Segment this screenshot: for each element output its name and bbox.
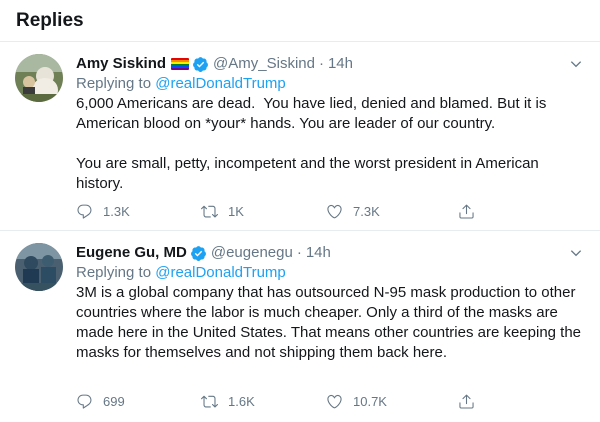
timestamp[interactable]: 14h [328, 54, 353, 74]
retweet-button[interactable]: 1.6K [201, 391, 255, 411]
share-icon [459, 204, 474, 219]
tweet-actions: 1.3K 1K 7.3K [76, 201, 584, 221]
reply-button[interactable]: 699 [76, 391, 125, 411]
verified-badge-icon [193, 56, 208, 72]
share-button[interactable] [458, 201, 485, 221]
avatar[interactable] [15, 243, 63, 291]
like-icon [327, 394, 342, 408]
author-handle[interactable]: @Amy_Siskind [213, 54, 315, 74]
replying-to-link[interactable]: @realDonaldTrump [155, 264, 286, 281]
chevron-down-icon[interactable] [568, 56, 584, 72]
retweet-button[interactable]: 1K [201, 201, 244, 221]
like-button[interactable]: 7.3K [326, 201, 380, 221]
reply-button[interactable]: 1.3K [76, 201, 130, 221]
avatar[interactable] [15, 54, 63, 102]
tweet-header: Amy Siskind @Amy_Siskind · 14h [76, 54, 584, 74]
replying-prefix: Replying to [76, 75, 156, 92]
timestamp[interactable]: 14h [306, 243, 331, 263]
replies-header: Replies [0, 0, 600, 42]
tweet-header: Eugene Gu, MD @eugenegu · 14h [76, 243, 584, 263]
separator: · [318, 55, 324, 72]
retweet-icon [201, 395, 218, 407]
tweet-actions: 699 1.6K 10.7K [76, 391, 584, 411]
like-button[interactable]: 10.7K [326, 391, 387, 411]
like-icon [327, 204, 342, 218]
replying-to: Replying to @realDonaldTrump [76, 74, 584, 94]
page-title: Replies [16, 10, 84, 31]
author-name[interactable]: Eugene Gu, MD [76, 243, 187, 263]
reply-count: 1.3K [103, 203, 130, 219]
like-count: 7.3K [353, 203, 380, 219]
like-count: 10.7K [353, 393, 387, 409]
retweet-count: 1.6K [228, 393, 255, 409]
chevron-down-icon[interactable] [568, 245, 584, 261]
replying-to-link[interactable]: @realDonaldTrump [155, 75, 286, 92]
rainbow-flag-icon [171, 58, 190, 70]
tweet-text: 6,000 Americans are dead. You have lied,… [76, 95, 547, 192]
reply-tweet[interactable]: Amy Siskind @Amy_Siskind · 14h Replying … [0, 42, 600, 231]
replying-to: Replying to @realDonaldTrump [76, 263, 584, 283]
reply-icon [77, 204, 92, 219]
reply-count: 699 [103, 393, 125, 409]
retweet-icon [201, 205, 218, 217]
tweet-text: 3M is a global company that has outsourc… [76, 284, 586, 361]
reply-tweet[interactable]: Eugene Gu, MD @eugenegu · 14h Replying t… [0, 231, 600, 422]
author-handle[interactable]: @eugenegu [211, 243, 293, 263]
separator: · [296, 244, 302, 261]
tweet-content: Eugene Gu, MD @eugenegu · 14h Replying t… [76, 243, 584, 363]
reply-icon [77, 394, 92, 409]
replying-prefix: Replying to [76, 264, 156, 281]
author-name[interactable]: Amy Siskind [76, 54, 166, 74]
verified-badge-icon [190, 245, 206, 261]
tweet-content: Amy Siskind @Amy_Siskind · 14h Replying … [76, 54, 584, 194]
share-icon [459, 394, 474, 409]
share-button[interactable] [458, 391, 485, 411]
retweet-count: 1K [228, 203, 244, 219]
